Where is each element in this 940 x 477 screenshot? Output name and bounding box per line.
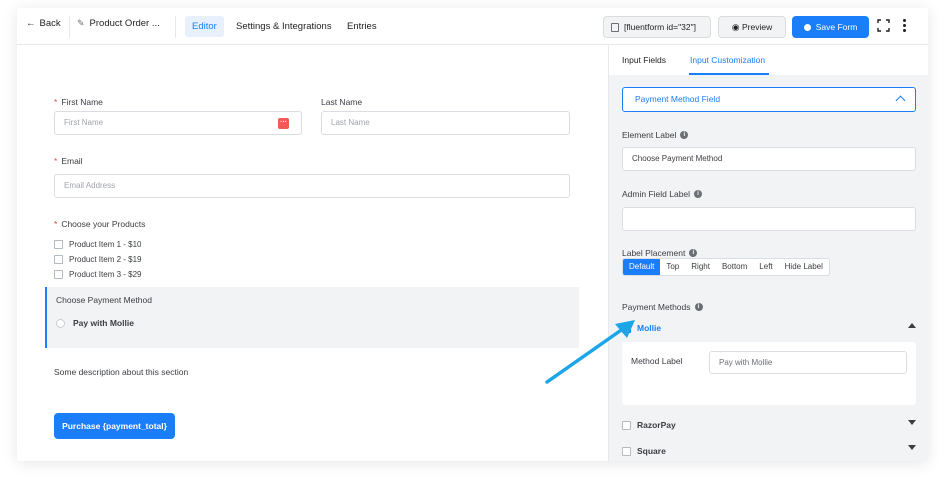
- mollie-settings: Method Label Pay with Mollie: [622, 342, 916, 405]
- more-icon[interactable]: ···: [278, 118, 289, 129]
- label-placement-title: Label Placement i: [622, 248, 698, 258]
- checkbox[interactable]: [54, 255, 63, 264]
- save-form-button[interactable]: Save Form: [792, 16, 869, 38]
- tab-settings-integrations[interactable]: Settings & Integrations: [229, 16, 339, 37]
- preview-button[interactable]: ◉ Preview: [718, 16, 786, 38]
- shortcode-text: [fluentform id="32"]: [624, 22, 696, 32]
- placement-default[interactable]: Default: [623, 259, 661, 275]
- payment-method-label: Choose Payment Method: [56, 295, 152, 305]
- placement-bottom[interactable]: Bottom: [716, 259, 753, 275]
- top-toolbar: ← Back ✎ Product Order ... Editor Settin…: [17, 8, 928, 45]
- form-canvas: * First Name First Name ··· Last Name Las…: [17, 45, 608, 461]
- info-icon: i: [689, 249, 698, 257]
- preview-label: Preview: [742, 22, 773, 32]
- element-label-title: Element Label i: [622, 130, 689, 140]
- shortcode-copy-button[interactable]: [fluentform id="32"]: [603, 16, 711, 38]
- product-option[interactable]: Product Item 3 - $29: [54, 270, 141, 279]
- payment-method-razorpay[interactable]: RazorPay: [622, 420, 676, 430]
- expand-triangle-icon[interactable]: [908, 420, 916, 425]
- placement-left[interactable]: Left: [753, 259, 778, 275]
- admin-field-label-title: Admin Field Label i: [622, 189, 703, 199]
- info-icon: i: [680, 131, 689, 139]
- label-placement-selector: Default Top Right Bottom Left Hide Label: [622, 258, 830, 276]
- payment-radio[interactable]: [56, 319, 65, 328]
- last-name-input[interactable]: Last Name: [321, 111, 570, 135]
- divider: [175, 16, 176, 38]
- collapse-triangle-icon[interactable]: [908, 323, 916, 328]
- email-input[interactable]: Email Address: [54, 174, 570, 198]
- eye-icon: ◉: [731, 22, 740, 32]
- payment-methods-title: Payment Methods i: [622, 302, 703, 312]
- payment-method-square[interactable]: Square: [622, 446, 666, 456]
- products-label: * Choose your Products: [54, 219, 146, 229]
- purchase-button[interactable]: Purchase {payment_total}: [54, 413, 175, 439]
- element-label-input[interactable]: Choose Payment Method: [622, 147, 916, 171]
- fullscreen-icon[interactable]: [877, 19, 890, 32]
- checkbox[interactable]: [54, 270, 63, 279]
- save-icon: [803, 24, 811, 31]
- method-label-input[interactable]: Pay with Mollie: [709, 351, 907, 374]
- placement-top[interactable]: Top: [660, 259, 685, 275]
- copy-icon: [611, 23, 619, 32]
- product-option[interactable]: Product Item 2 - $19: [54, 255, 141, 264]
- section-description: Some description about this section: [54, 367, 189, 377]
- divider: [69, 16, 70, 38]
- email-label: * Email: [54, 156, 83, 166]
- info-icon: i: [694, 190, 703, 198]
- tab-input-customization[interactable]: Input Customization: [690, 55, 765, 65]
- more-options-icon[interactable]: [903, 19, 907, 33]
- chevron-up-icon: [895, 95, 906, 106]
- expand-triangle-icon[interactable]: [908, 445, 916, 450]
- arrow-left-icon: ←: [26, 18, 36, 29]
- admin-field-label-input[interactable]: [622, 207, 916, 231]
- tab-editor[interactable]: Editor: [185, 16, 224, 37]
- save-label: Save Form: [815, 22, 858, 32]
- back-label: Back: [39, 18, 61, 29]
- annotation-arrow: [545, 320, 635, 384]
- tab-input-fields[interactable]: Input Fields: [622, 55, 666, 65]
- form-title[interactable]: ✎ Product Order ...: [77, 18, 160, 29]
- last-name-label: Last Name: [321, 97, 363, 107]
- payment-method-field[interactable]: Choose Payment Method Pay with Mollie: [45, 287, 579, 348]
- active-tab-indicator: [689, 73, 769, 75]
- checkbox[interactable]: [54, 240, 63, 249]
- panel-tabs: Input Fields Input Customization: [609, 45, 928, 75]
- product-option[interactable]: Product Item 1 - $10: [54, 240, 141, 249]
- settings-panel: Input Fields Input Customization Payment…: [608, 45, 928, 461]
- app-window: ← Back ✎ Product Order ... Editor Settin…: [17, 8, 928, 461]
- payment-option-label: Pay with Mollie: [73, 318, 134, 328]
- checkbox[interactable]: [622, 420, 631, 430]
- placement-hide-label[interactable]: Hide Label: [779, 259, 829, 275]
- pencil-icon: ✎: [77, 18, 85, 28]
- checkbox[interactable]: [622, 446, 631, 456]
- form-title-text: Product Order ...: [89, 18, 160, 29]
- first-name-label: * First Name: [54, 97, 103, 107]
- placement-right[interactable]: Right: [685, 259, 716, 275]
- payment-method-field-accordion[interactable]: Payment Method Field: [622, 87, 916, 112]
- info-icon: i: [694, 303, 703, 311]
- back-button[interactable]: ← Back: [26, 18, 61, 29]
- first-name-input[interactable]: First Name ···: [54, 111, 302, 135]
- tab-entries[interactable]: Entries: [340, 16, 384, 37]
